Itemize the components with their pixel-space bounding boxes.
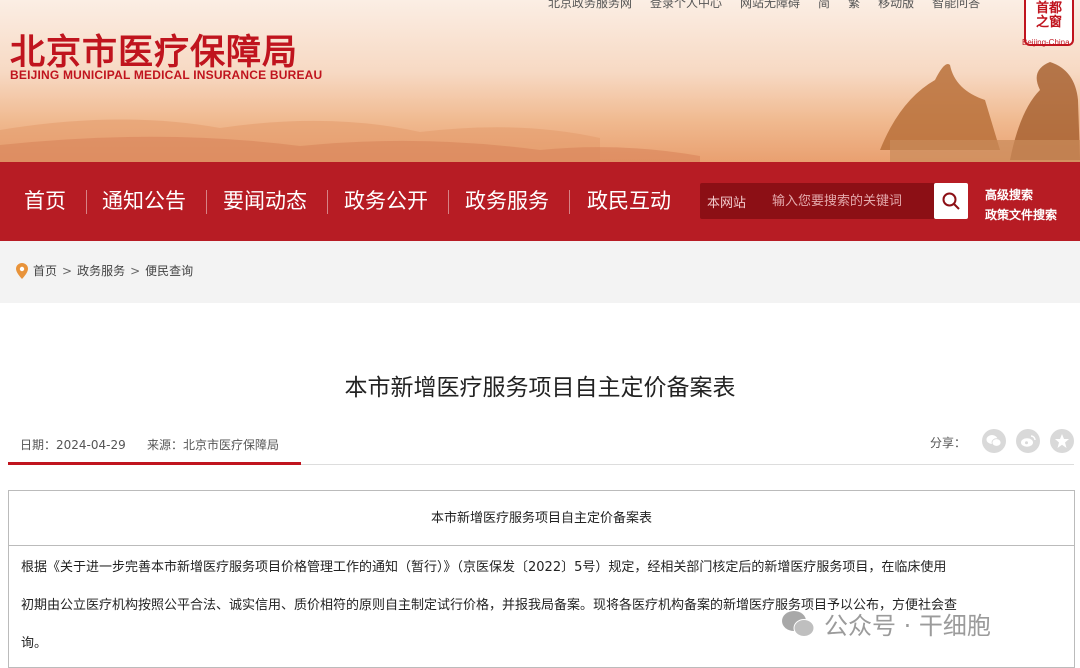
nav-divider	[206, 190, 207, 214]
breadcrumb-home[interactable]: 首页	[33, 262, 57, 279]
breadcrumb-gov-services[interactable]: 政务服务	[77, 262, 125, 279]
search-input[interactable]	[772, 187, 932, 215]
filing-table: 本市新增医疗服务项目自主定价备案表 根据《关于进一步完善本市新增医疗服务项目价格…	[8, 490, 1075, 668]
search-scope-select[interactable]: 本网站	[707, 192, 746, 211]
search-button[interactable]	[934, 183, 968, 219]
location-pin-icon	[16, 262, 28, 279]
share-label: 分享：	[930, 436, 967, 450]
policy-search-link[interactable]: 政策文件搜索	[985, 206, 1057, 223]
nav-item-news[interactable]: 要闻动态	[223, 162, 307, 241]
nav-item-notices[interactable]: 通知公告	[102, 162, 186, 241]
top-link-user-center[interactable]: 登录个人中心	[650, 0, 722, 11]
header-banner: 北京市医疗保障局 BEIJING MUNICIPAL MEDICAL INSUR…	[0, 0, 1080, 162]
breadcrumb-separator: >	[62, 263, 73, 278]
nav-item-gov-services[interactable]: 政务服务	[465, 162, 549, 241]
wechat-icon	[986, 435, 1002, 447]
nav-item-gov-affairs[interactable]: 政务公开	[344, 162, 428, 241]
wechat-watermark-icon	[782, 610, 815, 637]
watermark-text: 公众号 · 干细胞	[824, 612, 991, 640]
wechat-watermark: 公众号 · 干细胞	[780, 606, 991, 641]
breadcrumb-separator: >	[130, 263, 141, 278]
article-title: 本市新增医疗服务项目自主定价备案表	[344, 375, 736, 401]
top-link-smart-qa[interactable]: 智能问答	[932, 0, 980, 11]
emblem-subtitle: Beijing-China	[1022, 38, 1070, 47]
wechat-share-button[interactable]	[982, 429, 1006, 453]
top-link-traditional[interactable]: 繁	[848, 0, 860, 11]
nav-divider	[327, 190, 328, 214]
nav-divider	[569, 190, 570, 214]
top-link-accessibility[interactable]: 网站无障碍	[740, 0, 800, 11]
article-source: 来源：北京市医疗保障局	[147, 438, 280, 452]
search-box: 本网站	[700, 183, 968, 219]
emblem-text: 首都之窗	[1035, 1, 1062, 30]
weibo-share-button[interactable]	[1016, 429, 1040, 453]
nav-item-interaction[interactable]: 政民互动	[587, 162, 671, 241]
breadcrumb: 首页 > 政务服务 > 便民查询	[16, 262, 193, 279]
nav-divider	[448, 190, 449, 214]
top-links: 北京政务服务网 登录个人中心 网站无障碍 简 繁 移动版 智能问答	[548, 0, 998, 11]
advanced-search-link[interactable]: 高级搜索	[985, 186, 1033, 203]
top-link-gov-service[interactable]: 北京政务服务网	[548, 0, 632, 11]
favorite-icon	[1055, 434, 1069, 448]
table-heading: 本市新增医疗服务项目自主定价备案表	[9, 491, 1074, 546]
search-icon	[942, 192, 960, 210]
top-link-simplified[interactable]: 简	[818, 0, 830, 11]
site-title-en: BEIJING MUNICIPAL MEDICAL INSURANCE BURE…	[10, 68, 323, 82]
nav-item-home[interactable]: 首页	[24, 162, 66, 241]
article-date: 日期：2024-04-29	[20, 438, 126, 452]
meta-accent-underline	[8, 462, 301, 465]
weibo-icon	[1021, 435, 1036, 447]
top-link-mobile[interactable]: 移动版	[878, 0, 914, 11]
table-paragraph-line: 根据《关于进一步完善本市新增医疗服务项目价格管理工作的通知（暂行）》（京医保发〔…	[21, 560, 947, 575]
favorite-share-button[interactable]	[1050, 429, 1074, 453]
breadcrumb-convenience[interactable]: 便民查询	[145, 262, 193, 279]
nav-divider	[86, 190, 87, 214]
